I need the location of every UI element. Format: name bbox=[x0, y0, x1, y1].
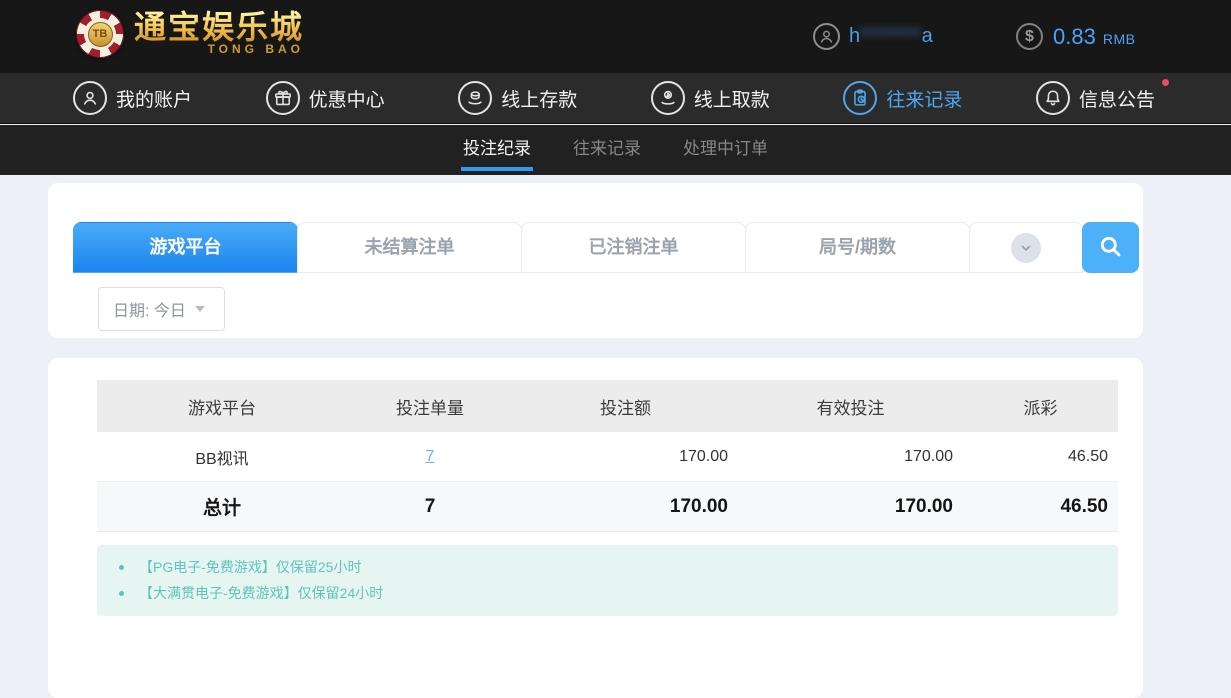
col-header-bet-amount: 投注额 bbox=[513, 394, 738, 419]
chip-monogram: TB bbox=[88, 22, 113, 47]
more-tabs-dropdown[interactable] bbox=[969, 222, 1083, 273]
nav-item-my-account[interactable]: 我的账户 bbox=[73, 81, 192, 115]
sub-nav: 投注纪录 往来记录 处理中订单 bbox=[0, 125, 1231, 175]
notification-dot bbox=[1162, 79, 1169, 86]
ftab-cancelled[interactable]: 已注销注单 bbox=[521, 222, 746, 273]
date-filter[interactable]: 日期: 今日 bbox=[98, 287, 225, 331]
search-button[interactable] bbox=[1082, 222, 1139, 273]
subtab-pending-orders[interactable]: 处理中订单 bbox=[681, 125, 770, 175]
dollar-icon: $ bbox=[1016, 23, 1043, 50]
account-username[interactable]: h*******a bbox=[813, 0, 933, 73]
gift-icon bbox=[266, 81, 300, 115]
nav-label: 往来记录 bbox=[886, 85, 962, 112]
search-icon bbox=[1097, 233, 1124, 263]
nav-item-announcements[interactable]: 信息公告 bbox=[1036, 81, 1155, 115]
cell-platform: BB视讯 bbox=[97, 445, 347, 469]
note-item: 【大满贯电子-免费游戏】仅保留24小时 bbox=[97, 580, 1118, 606]
date-filter-label: 日期: 今日 bbox=[113, 297, 186, 321]
nav-item-deposit[interactable]: 线上存款 bbox=[458, 81, 577, 115]
ftab-round-number[interactable]: 局号/期数 bbox=[745, 222, 970, 273]
retention-notes: 【PG电子-免费游戏】仅保留25小时 【大满贯电子-免费游戏】仅保留24小时 bbox=[97, 545, 1118, 616]
nav-item-transaction-records[interactable]: 往来记录 bbox=[843, 81, 962, 115]
bet-summary-table: 游戏平台 投注单量 投注额 有效投注 派彩 BB视讯 7 170.00 170.… bbox=[97, 380, 1118, 532]
site-logo[interactable]: TB 通宝娱乐城 TONG BAO bbox=[76, 10, 304, 58]
total-payout: 46.50 bbox=[963, 496, 1118, 518]
col-header-bet-count: 投注单量 bbox=[347, 394, 513, 419]
col-header-platform: 游戏平台 bbox=[97, 394, 347, 419]
subtab-bet-records[interactable]: 投注纪录 bbox=[461, 125, 533, 175]
nav-item-promotions[interactable]: 优惠中心 bbox=[266, 81, 385, 115]
poker-chip-icon: TB bbox=[76, 10, 124, 58]
filter-tab-row: 游戏平台 未结算注单 已注销注单 局号/期数 bbox=[73, 222, 1139, 273]
caret-down-icon bbox=[195, 306, 205, 312]
nav-label: 线上取款 bbox=[694, 85, 770, 112]
bet-count-link[interactable]: 7 bbox=[426, 448, 435, 465]
nav-label: 线上存款 bbox=[501, 85, 577, 112]
balance-amount: 0.83 bbox=[1053, 24, 1096, 50]
username-text: h*******a bbox=[849, 25, 933, 48]
balance[interactable]: $ 0.83 RMB bbox=[1016, 0, 1135, 73]
table-total-row: 总计 7 170.00 170.00 46.50 bbox=[97, 482, 1118, 532]
balance-currency: RMB bbox=[1103, 27, 1136, 47]
main-nav: 我的账户 优惠中心 线上存款 线上取款 往来记录 信息公告 bbox=[0, 73, 1231, 124]
total-valid-bet: 170.00 bbox=[738, 496, 963, 518]
bell-icon bbox=[1036, 81, 1070, 115]
table-row: BB视讯 7 170.00 170.00 46.50 bbox=[97, 432, 1118, 482]
nav-label: 优惠中心 bbox=[309, 85, 385, 112]
withdraw-icon bbox=[651, 81, 685, 115]
username-censored: ******* bbox=[860, 25, 921, 48]
col-header-valid-bet: 有效投注 bbox=[738, 394, 963, 419]
deposit-icon bbox=[458, 81, 492, 115]
avatar-icon bbox=[813, 23, 840, 50]
cell-payout: 46.50 bbox=[963, 448, 1118, 466]
ftab-unsettled[interactable]: 未结算注单 bbox=[297, 222, 522, 273]
nav-label: 信息公告 bbox=[1079, 85, 1155, 112]
nav-label: 我的账户 bbox=[116, 85, 192, 112]
chevron-down-icon bbox=[1011, 233, 1041, 263]
subtab-transaction-records[interactable]: 往来记录 bbox=[571, 125, 643, 175]
top-header: TB 通宝娱乐城 TONG BAO h*******a $ 0.83 RMB bbox=[0, 0, 1231, 73]
site-subtitle: TONG BAO bbox=[208, 42, 304, 56]
user-icon bbox=[73, 81, 107, 115]
cell-bet-amount: 170.00 bbox=[513, 448, 738, 466]
total-label: 总计 bbox=[97, 493, 347, 520]
table-header-row: 游戏平台 投注单量 投注额 有效投注 派彩 bbox=[97, 380, 1118, 432]
results-panel: 游戏平台 投注单量 投注额 有效投注 派彩 BB视讯 7 170.00 170.… bbox=[48, 358, 1143, 698]
col-header-payout: 派彩 bbox=[963, 394, 1118, 419]
filter-panel: 游戏平台 未结算注单 已注销注单 局号/期数 日期: 今日 bbox=[48, 183, 1143, 338]
total-bet-count: 7 bbox=[347, 496, 513, 518]
nav-item-withdraw[interactable]: 线上取款 bbox=[651, 81, 770, 115]
site-title: 通宝娱乐城 bbox=[134, 10, 304, 44]
records-icon bbox=[843, 81, 877, 115]
cell-valid-bet: 170.00 bbox=[738, 448, 963, 466]
ftab-game-platform[interactable]: 游戏平台 bbox=[73, 222, 298, 273]
note-item: 【PG电子-免费游戏】仅保留25小时 bbox=[97, 554, 1118, 580]
total-bet-amount: 170.00 bbox=[513, 496, 738, 518]
